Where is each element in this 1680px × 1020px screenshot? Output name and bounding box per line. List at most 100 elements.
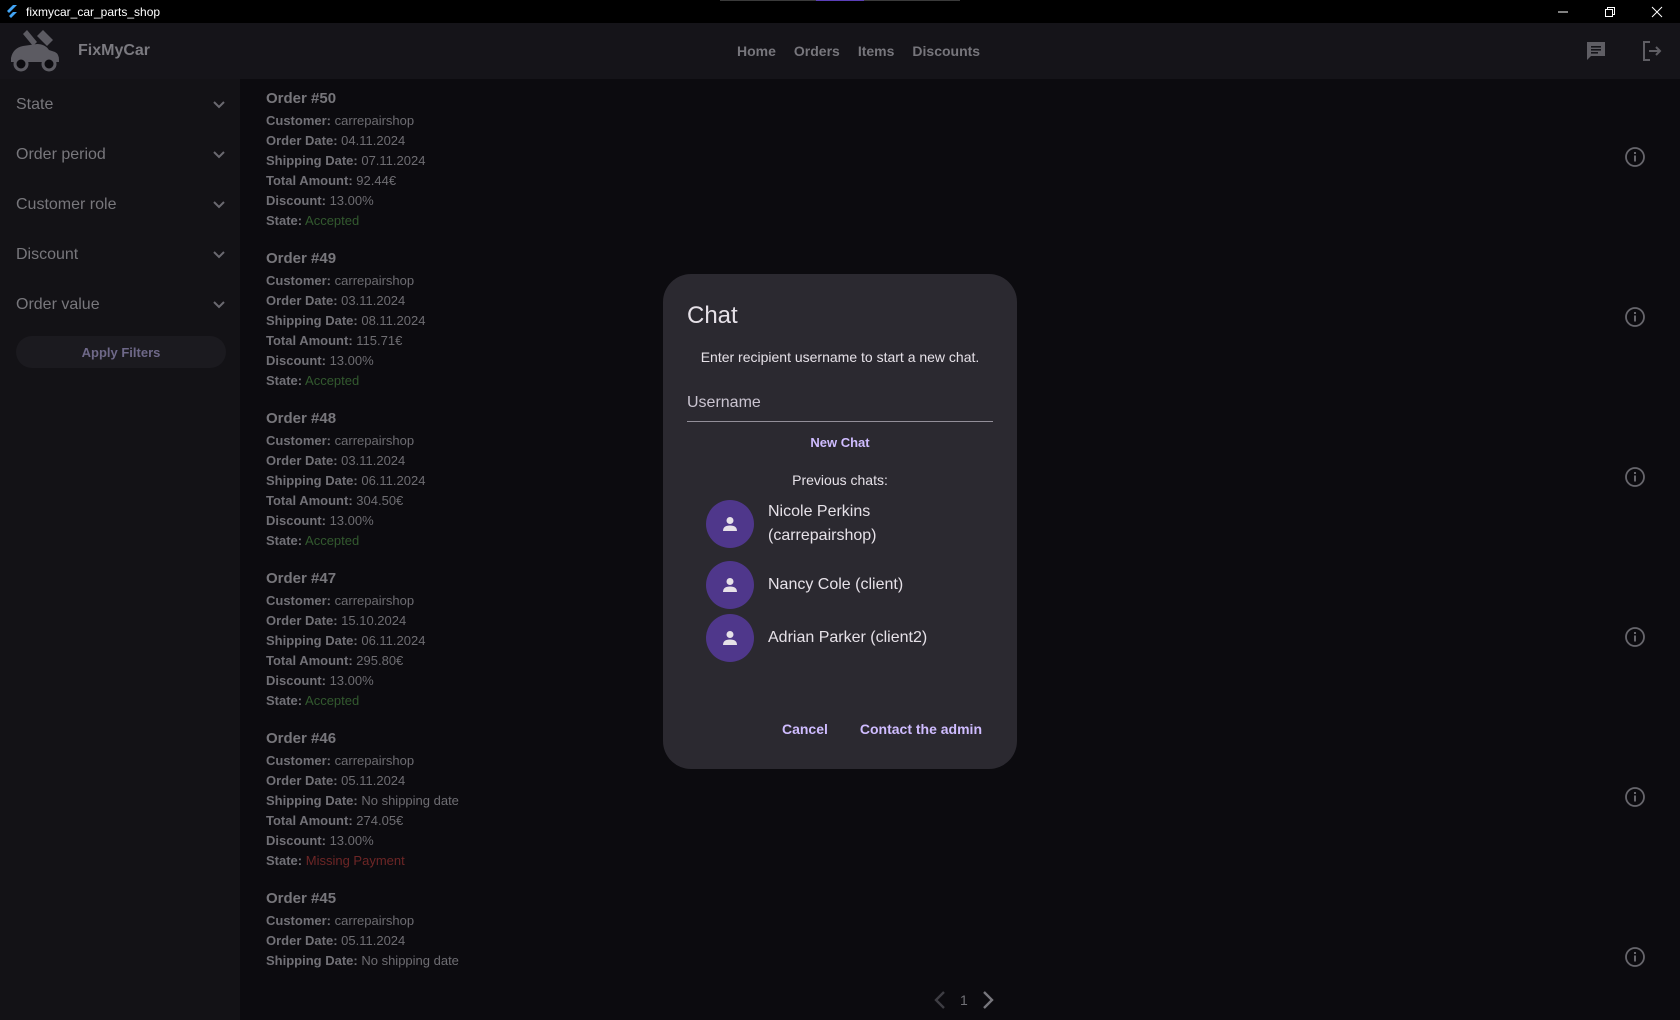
- filter-discount[interactable]: Discount: [16, 240, 226, 270]
- info-icon[interactable]: [1624, 786, 1646, 808]
- order-state: State: Missing Payment: [266, 853, 405, 868]
- order-discount: Discount: 13.00%: [266, 513, 374, 528]
- new-chat-button[interactable]: New Chat: [663, 435, 1017, 450]
- info-icon[interactable]: [1624, 146, 1646, 168]
- order-shipping-date: Shipping Date: No shipping date: [266, 793, 459, 808]
- order-total: Total Amount: 115.71€: [266, 333, 403, 348]
- chat-dialog: Chat Enter recipient username to start a…: [663, 274, 1017, 769]
- info-icon[interactable]: [1624, 626, 1646, 648]
- filter-order-period[interactable]: Order period: [16, 140, 226, 170]
- order-title: Order #48: [266, 410, 337, 427]
- filter-label: Discount: [16, 246, 79, 263]
- username-input[interactable]: Username: [687, 384, 993, 422]
- order-discount: Discount: 13.00%: [266, 673, 374, 688]
- nav-discounts[interactable]: Discounts: [912, 43, 980, 59]
- order-card: Order #45 Customer: carrepairshop Order …: [266, 888, 1666, 981]
- filters-sidebar: State Order period Customer role Discoun…: [0, 79, 240, 1020]
- order-discount: Discount: 13.00%: [266, 353, 374, 368]
- order-total: Total Amount: 274.05€: [266, 813, 404, 828]
- info-icon[interactable]: [1624, 466, 1646, 488]
- chevron-down-icon: [213, 151, 225, 159]
- order-state: State: Accepted: [266, 373, 360, 388]
- filter-order-value[interactable]: Order value: [16, 290, 226, 320]
- order-shipping-date: Shipping Date: 08.11.2024: [266, 313, 426, 328]
- order-state: State: Accepted: [266, 693, 360, 708]
- status-badge: Accepted: [305, 533, 360, 548]
- dialog-description: Enter recipient username to start a new …: [700, 349, 980, 365]
- order-discount: Discount: 13.00%: [266, 193, 374, 208]
- chat-item[interactable]: Nicole Perkins (carrepairshop): [706, 500, 996, 548]
- order-card: Order #50 Customer: carrepairshop Order …: [266, 88, 1666, 248]
- person-icon: [723, 578, 737, 592]
- order-title: Order #50: [266, 90, 337, 107]
- order-customer: Customer: carrepairshop: [266, 593, 415, 608]
- order-discount: Discount: 13.00%: [266, 833, 374, 848]
- order-state: State: Accepted: [266, 533, 360, 548]
- filter-label: Order period: [16, 146, 106, 163]
- order-date: Order Date: 03.11.2024: [266, 293, 406, 308]
- order-date: Order Date: 03.11.2024: [266, 453, 406, 468]
- nav-home[interactable]: Home: [737, 43, 776, 59]
- order-customer: Customer: carrepairshop: [266, 913, 415, 928]
- order-customer: Customer: carrepairshop: [266, 753, 415, 768]
- page-number: 1: [960, 992, 968, 1008]
- nav-items[interactable]: Items: [858, 43, 895, 59]
- info-icon[interactable]: [1624, 306, 1646, 328]
- chevron-down-icon: [213, 251, 225, 259]
- avatar: [706, 614, 754, 662]
- order-date: Order Date: 05.11.2024: [266, 933, 406, 948]
- order-customer: Customer: carrepairshop: [266, 273, 415, 288]
- car-wrench-logo: [11, 30, 59, 72]
- restore-icon: [1604, 6, 1615, 17]
- info-icon[interactable]: [1624, 946, 1646, 968]
- order-date: Order Date: 04.11.2024: [266, 133, 406, 148]
- minimize-icon: [1557, 11, 1568, 12]
- logout-icon[interactable]: [1640, 39, 1664, 63]
- restore-button[interactable]: [1586, 0, 1633, 23]
- chat-icon[interactable]: [1584, 39, 1608, 63]
- status-badge: Missing Payment: [305, 853, 405, 868]
- order-customer: Customer: carrepairshop: [266, 433, 415, 448]
- flutter-icon: [7, 4, 17, 18]
- titlebar-accent: [816, 0, 864, 1]
- order-customer: Customer: carrepairshop: [266, 113, 415, 128]
- order-total: Total Amount: 304.50€: [266, 493, 404, 508]
- chat-item[interactable]: Nancy Cole (client): [706, 561, 996, 609]
- filter-label: Customer role: [16, 196, 117, 213]
- nav-orders[interactable]: Orders: [794, 43, 840, 59]
- brand-name: FixMyCar: [78, 42, 151, 59]
- window-titlebar: fixmycar_car_parts_shop: [0, 0, 1680, 23]
- main-nav: Home Orders Items Discounts: [737, 43, 998, 59]
- order-shipping-date: Shipping Date: 06.11.2024: [266, 633, 426, 648]
- chat-item[interactable]: Adrian Parker (client2): [706, 614, 996, 662]
- apply-filters-button[interactable]: Apply Filters: [16, 336, 226, 368]
- order-title: Order #49: [266, 250, 337, 267]
- cancel-button[interactable]: Cancel: [782, 721, 828, 737]
- chevron-down-icon: [213, 201, 225, 209]
- close-button[interactable]: [1633, 0, 1680, 23]
- order-date: Order Date: 15.10.2024: [266, 613, 407, 628]
- order-shipping-date: Shipping Date: 07.11.2024: [266, 153, 426, 168]
- minimize-button[interactable]: [1539, 0, 1586, 23]
- chevron-down-icon: [213, 301, 225, 309]
- filter-label: Order value: [16, 296, 100, 313]
- previous-chats-label: Previous chats:: [792, 472, 888, 488]
- order-title: Order #46: [266, 730, 337, 747]
- filter-customer-role[interactable]: Customer role: [16, 190, 226, 220]
- person-icon: [723, 631, 737, 645]
- chevron-left-icon[interactable]: [930, 988, 950, 1012]
- status-badge: Accepted: [305, 213, 360, 228]
- chevron-down-icon: [213, 101, 225, 109]
- order-title: Order #45: [266, 890, 337, 907]
- avatar: [706, 561, 754, 609]
- contact-admin-button[interactable]: Contact the admin: [860, 721, 982, 737]
- order-shipping-date: Shipping Date: No shipping date: [266, 953, 459, 968]
- filter-state[interactable]: State: [16, 90, 226, 120]
- chevron-right-icon[interactable]: [978, 988, 998, 1012]
- order-state: State: Accepted: [266, 213, 360, 228]
- username-placeholder: Username: [687, 394, 761, 411]
- chat-name: Adrian Parker (client2): [768, 629, 928, 646]
- chat-name: Nancy Cole (client): [768, 576, 904, 593]
- chat-name: Nicole Perkins (carrepairshop): [768, 503, 877, 544]
- dialog-actions: Cancel Contact the admin: [782, 721, 982, 737]
